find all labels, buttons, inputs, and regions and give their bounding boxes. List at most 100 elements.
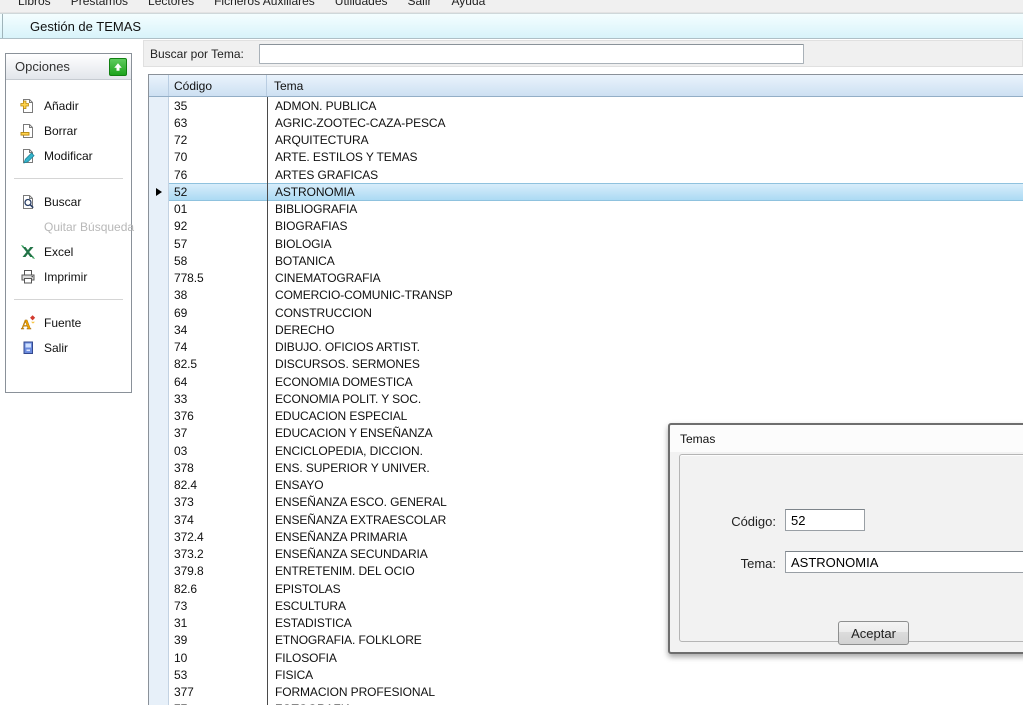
cell-tema: CINEMATOGRAFIA: [267, 270, 1023, 287]
menu-item-salir[interactable]: Salir: [398, 0, 442, 12]
tema-field-label: Tema:: [718, 556, 776, 571]
sidebar-item-imprimir[interactable]: Imprimir: [6, 264, 131, 289]
table-row[interactable]: 74DIBUJO. OFICIOS ARTIST.: [149, 339, 1023, 356]
table-row[interactable]: 72ARQUITECTURA: [149, 132, 1023, 149]
cell-tema: DERECHO: [267, 321, 1023, 338]
codigo-field[interactable]: [785, 509, 865, 531]
sidebar-items: AñadirBorrarModificar BuscarQuitar Búsque…: [6, 80, 131, 360]
table-row[interactable]: 33ECONOMIA POLIT. Y SOC.: [149, 390, 1023, 407]
cell-codigo: 82.4: [169, 477, 267, 494]
sidebar-item-excel[interactable]: Excel: [6, 239, 131, 264]
table-row[interactable]: 53FISICA: [149, 666, 1023, 683]
cell-tema: ECONOMIA POLIT. Y SOC.: [267, 390, 1023, 407]
options-panel-title: Opciones: [6, 59, 70, 74]
row-selector-cell: [149, 201, 169, 218]
icon-placeholder: [20, 219, 36, 235]
cell-codigo: 92: [169, 218, 267, 235]
row-selector-cell: [149, 494, 169, 511]
cell-codigo: 33: [169, 390, 267, 407]
cell-codigo: 373.2: [169, 546, 267, 563]
remove-page-icon: [20, 123, 36, 139]
table-row-selected[interactable]: 52ASTRONOMIA: [149, 183, 1023, 200]
dialog-group-box: Código: Tema: Aceptar: [679, 454, 1023, 642]
table-row[interactable]: 57BIOLOGIA: [149, 235, 1023, 252]
menu-item-libros[interactable]: Libros: [8, 0, 61, 12]
table-row[interactable]: 34DERECHO: [149, 321, 1023, 338]
row-selector-cell: [149, 666, 169, 683]
table-row[interactable]: 35ADMON. PUBLICA: [149, 97, 1023, 114]
table-row[interactable]: 01BIBLIOGRAFIA: [149, 201, 1023, 218]
cell-codigo: 73: [169, 597, 267, 614]
cell-codigo: 74: [169, 339, 267, 356]
tema-field[interactable]: [785, 551, 1023, 573]
row-selector-cell: [149, 563, 169, 580]
aceptar-button[interactable]: Aceptar: [838, 621, 909, 645]
cell-tema: ARTES GRAFICAS: [267, 166, 1023, 183]
search-label: Buscar por Tema:: [150, 47, 244, 61]
sidebar-item-buscar[interactable]: Buscar: [6, 189, 131, 214]
menu-item-lectores[interactable]: Lectores: [138, 0, 204, 12]
table-row[interactable]: 70ARTE. ESTILOS Y TEMAS: [149, 149, 1023, 166]
row-selector-cell: [149, 528, 169, 545]
search-input[interactable]: [259, 44, 804, 64]
column-header-tema[interactable]: Tema: [267, 75, 1023, 96]
table-row[interactable]: 38COMERCIO-COMUNIC-TRANSP: [149, 287, 1023, 304]
row-selector-cell: [149, 132, 169, 149]
sidebar-item-fuente[interactable]: AFuente: [6, 310, 131, 335]
cell-tema: ADMON. PUBLICA: [267, 97, 1023, 114]
cell-tema: BOTANICA: [267, 252, 1023, 269]
cell-codigo: 52: [169, 183, 267, 200]
cell-tema: BIOLOGIA: [267, 235, 1023, 252]
row-selector-cell: [149, 339, 169, 356]
menu-item-ayuda[interactable]: Ayuda: [442, 0, 496, 12]
row-selector-cell: [149, 580, 169, 597]
sidebar-separator: [14, 178, 123, 179]
cell-tema: AGRIC-ZOOTEC-CAZA-PESCA: [267, 114, 1023, 131]
sidebar-item-quitar-busqueda: Quitar Búsqueda: [6, 214, 131, 239]
sidebar-item-salir[interactable]: Salir: [6, 335, 131, 360]
table-row[interactable]: 63AGRIC-ZOOTEC-CAZA-PESCA: [149, 114, 1023, 131]
row-selector-cell: [149, 425, 169, 442]
row-selector-cell: [149, 166, 169, 183]
column-header-codigo[interactable]: Código: [169, 75, 267, 96]
cell-tema: ASTRONOMIA: [267, 183, 1023, 200]
options-panel: Opciones AñadirBorrarModificar BuscarQuit…: [5, 53, 132, 393]
table-row[interactable]: 377FORMACION PROFESIONAL: [149, 684, 1023, 701]
table-row[interactable]: 77FOTOGRAFIA: [149, 701, 1023, 705]
cell-codigo: 03: [169, 442, 267, 459]
menu-item-ficheros-auxiliares[interactable]: Ficheros Auxiliares: [204, 0, 325, 12]
cell-codigo: 374: [169, 511, 267, 528]
menu-item-utilidades[interactable]: Utilidades: [325, 0, 398, 12]
sidebar-item-label: Excel: [44, 245, 73, 259]
cell-codigo: 39: [169, 632, 267, 649]
row-selector-cell: [149, 442, 169, 459]
table-header: Código Tema: [149, 75, 1023, 97]
cell-tema: CONSTRUCCION: [267, 304, 1023, 321]
table-row[interactable]: 58BOTANICA: [149, 252, 1023, 269]
row-selector-cell: [149, 114, 169, 131]
up-arrow-icon[interactable]: [109, 58, 127, 76]
table-row[interactable]: 778.5CINEMATOGRAFIA: [149, 270, 1023, 287]
search-page-icon: [20, 194, 36, 210]
sidebar-item-modificar[interactable]: Modificar: [6, 143, 131, 168]
table-row[interactable]: 82.5DISCURSOS. SERMONES: [149, 356, 1023, 373]
cell-codigo: 69: [169, 304, 267, 321]
codigo-field-label: Código:: [718, 514, 776, 529]
cell-codigo: 377: [169, 684, 267, 701]
add-page-icon: [20, 98, 36, 114]
sidebar-item-label: Salir: [44, 341, 68, 355]
cell-codigo: 63: [169, 114, 267, 131]
dialog-titlebar[interactable]: Temas: [670, 425, 1023, 452]
cell-codigo: 378: [169, 459, 267, 476]
sidebar-item-anadir[interactable]: Añadir: [6, 93, 131, 118]
table-row[interactable]: 92BIOGRAFIAS: [149, 218, 1023, 235]
sidebar-item-borrar[interactable]: Borrar: [6, 118, 131, 143]
table-row[interactable]: 69CONSTRUCCION: [149, 304, 1023, 321]
table-row[interactable]: 64ECONOMIA DOMESTICA: [149, 373, 1023, 390]
row-selector-cell: [149, 546, 169, 563]
row-selector-cell: [149, 304, 169, 321]
table-row[interactable]: 76ARTES GRAFICAS: [149, 166, 1023, 183]
cell-codigo: 376: [169, 408, 267, 425]
cell-tema: FOTOGRAFIA: [267, 701, 1023, 705]
menu-item-prestamos[interactable]: Préstamos: [61, 0, 138, 12]
